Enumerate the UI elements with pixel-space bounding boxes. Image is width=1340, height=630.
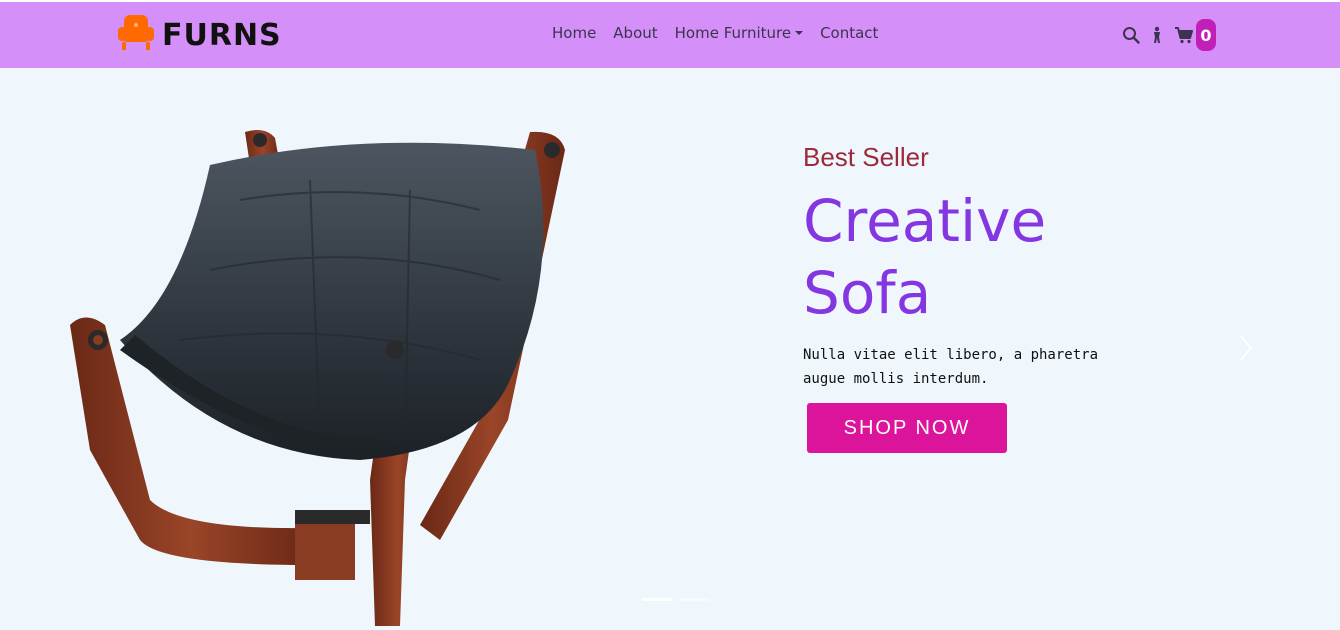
armchair-icon (116, 13, 156, 57)
cart-icon[interactable] (1174, 26, 1194, 44)
navbar: FURNS Home About Home Furniture Contact (0, 2, 1340, 68)
chevron-right-icon[interactable] (1238, 334, 1254, 366)
shop-now-button[interactable]: SHOP NOW (807, 403, 1007, 453)
cart-count-badge[interactable]: 0 (1196, 19, 1216, 51)
nav-contact[interactable]: Contact (820, 24, 878, 42)
nav-home-furniture-dropdown[interactable]: Home Furniture (675, 24, 803, 42)
nav-home[interactable]: Home (552, 24, 596, 42)
brand-name: FURNS (162, 17, 282, 53)
brand-logo[interactable]: FURNS (116, 14, 282, 56)
hero-eyebrow: Best Seller (803, 142, 929, 172)
carousel-indicators (642, 598, 710, 601)
carousel-indicator-2[interactable] (680, 598, 710, 601)
accessibility-icon[interactable] (1150, 26, 1164, 44)
nav-about[interactable]: About (613, 24, 657, 42)
carousel-indicator-1[interactable] (642, 598, 672, 601)
search-icon[interactable] (1122, 26, 1140, 44)
hero-description: Nulla vitae elit libero, a pharetra augu… (803, 347, 1099, 387)
main-nav: Home About Home Furniture Contact (552, 24, 895, 42)
hero-content: Best Seller Creative Sofa Nulla vitae el… (803, 142, 1163, 391)
hero-headline-line2: Sofa (803, 259, 932, 327)
hero-headline: Creative Sofa (803, 185, 1163, 329)
nav-actions: 0 (1122, 18, 1216, 52)
leather-chair-image (60, 120, 580, 630)
hero-headline-line1: Creative (803, 187, 1047, 255)
